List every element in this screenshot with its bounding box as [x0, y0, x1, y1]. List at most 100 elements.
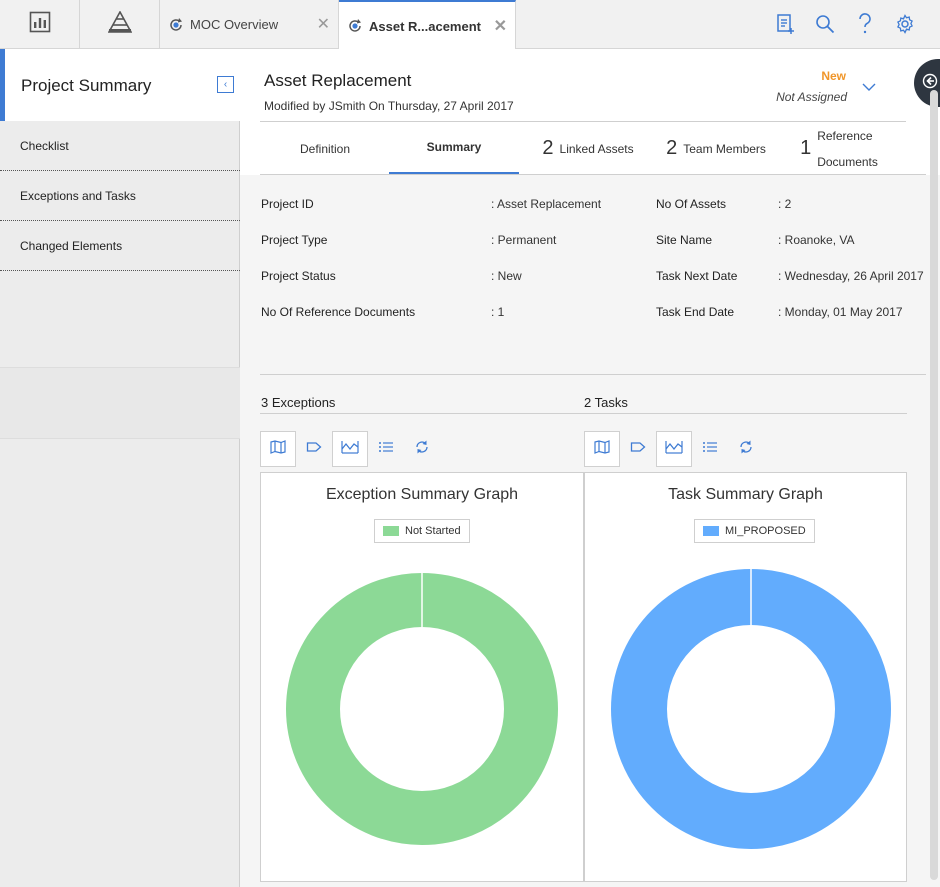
- detail-label: Project Status: [261, 269, 336, 283]
- tab-label: Definition: [299, 141, 351, 156]
- chevron-down-icon[interactable]: [862, 79, 876, 97]
- tab-label: Summary: [426, 140, 482, 154]
- pyramid-icon: [107, 10, 132, 38]
- left-panel-item-label: Changed Elements: [20, 238, 123, 253]
- list-view-button[interactable]: [692, 431, 728, 467]
- help-icon[interactable]: [853, 12, 877, 36]
- detail-value: : Asset Replacement: [491, 197, 602, 211]
- tasks-section-line: [584, 413, 907, 414]
- list-icon: [378, 440, 394, 458]
- map-icon: [270, 439, 286, 459]
- left-panel-item-label: Exceptions and Tasks: [20, 188, 136, 203]
- tab-count: 1: [800, 137, 812, 159]
- detail-label: No Of Reference Documents: [261, 305, 416, 319]
- gear-icon[interactable]: [893, 12, 917, 36]
- details-divider: [260, 374, 926, 375]
- collapse-panel-button[interactable]: ‹: [217, 76, 234, 93]
- top-bar: MOC Overview ✕ Asset R...acement ✕: [0, 0, 940, 50]
- chevron-left-icon: ‹: [223, 79, 228, 90]
- tab-label-line1: Reference: [817, 128, 873, 143]
- map-view-button[interactable]: [260, 431, 296, 467]
- left-panel-item-exceptions-tasks[interactable]: Exceptions and Tasks: [0, 171, 240, 221]
- modified-info: Modified by JSmith On Thursday, 27 April…: [264, 99, 514, 113]
- app-root: MOC Overview ✕ Asset R...acement ✕ Proje…: [0, 0, 940, 887]
- tab-count: 2: [542, 137, 554, 159]
- tab-label: MOC Overview: [190, 17, 279, 32]
- tab-reference-documents[interactable]: 1 Reference Documents: [784, 122, 894, 175]
- donut-svg: [611, 569, 891, 849]
- dashboard-button[interactable]: [0, 0, 80, 49]
- tag-icon: [630, 440, 646, 458]
- detail-label: No Of Assets: [656, 197, 727, 211]
- tab-label: Reference Documents: [817, 123, 878, 175]
- left-panel: Project Summary ‹ Checklist Exceptions a…: [0, 49, 240, 887]
- detail-label: Project ID: [261, 197, 314, 211]
- left-panel-item-changed-elements[interactable]: Changed Elements: [0, 221, 240, 271]
- record-header: Asset Replacement Modified by JSmith On …: [240, 49, 940, 175]
- detail-value: : Wednesday, 26 April 2017: [778, 269, 924, 283]
- hierarchy-button[interactable]: [80, 0, 160, 49]
- list-icon: [702, 440, 718, 458]
- detail-value: : New: [491, 269, 522, 283]
- left-panel-header: Project Summary ‹: [0, 49, 240, 121]
- chart-line-icon: [665, 440, 683, 459]
- search-icon[interactable]: [813, 12, 837, 36]
- exceptions-section-line: [260, 413, 584, 414]
- chart-view-button[interactable]: [656, 431, 692, 467]
- tab-linked-assets[interactable]: 2 Linked Assets: [528, 122, 648, 175]
- tab-label-line2: Documents: [817, 154, 878, 169]
- left-panel-title: Project Summary: [21, 76, 152, 95]
- detail-label: Site Name: [656, 233, 713, 247]
- detail-value: : 2: [778, 197, 792, 211]
- tab-label: Linked Assets: [559, 141, 634, 156]
- tab-asset-replacement[interactable]: Asset R...acement ✕: [339, 0, 516, 50]
- tab-definition[interactable]: Definition: [260, 122, 390, 175]
- tasks-section-title: 2 Tasks: [584, 395, 628, 410]
- chart-line-icon: [341, 440, 359, 459]
- tasks-toolbar: [584, 431, 764, 467]
- refresh-button[interactable]: [728, 431, 764, 467]
- detail-value: : Roanoke, VA: [778, 233, 855, 247]
- tag-button[interactable]: [620, 431, 656, 467]
- left-panel-item-checklist[interactable]: Checklist: [0, 121, 240, 171]
- task-summary-chart: Task Summary Graph MI_PROPOSED: [584, 472, 907, 882]
- assigned-label: Not Assigned: [776, 90, 847, 104]
- exceptions-section-title: 3 Exceptions: [261, 395, 336, 410]
- chart-view-button[interactable]: [332, 431, 368, 467]
- close-icon[interactable]: ✕: [494, 16, 507, 36]
- detail-value: : Permanent: [491, 233, 557, 247]
- tabs-divider: [260, 174, 926, 175]
- refresh-icon: [738, 439, 754, 460]
- list-view-button[interactable]: [368, 431, 404, 467]
- detail-value: : Monday, 01 May 2017: [778, 305, 903, 319]
- state-label[interactable]: New: [821, 69, 846, 83]
- tag-button[interactable]: [296, 431, 332, 467]
- map-view-button[interactable]: [584, 431, 620, 467]
- refresh-button[interactable]: [404, 431, 440, 467]
- tab-summary[interactable]: Summary: [389, 122, 519, 175]
- donut-svg: [286, 573, 558, 845]
- detail-value: : 1: [491, 305, 505, 319]
- donut-slice-0[interactable]: [286, 573, 558, 845]
- moc-refresh-icon: [347, 18, 363, 34]
- tab-label: Asset R...acement: [369, 18, 481, 34]
- donut-slice-0[interactable]: [611, 569, 891, 849]
- tab-label: Team Members: [683, 141, 766, 156]
- close-icon[interactable]: ✕: [317, 14, 330, 34]
- left-panel-item-label: Checklist: [20, 138, 69, 153]
- tag-icon: [306, 440, 322, 458]
- moc-refresh-icon: [168, 17, 184, 33]
- scrollbar[interactable]: [930, 90, 938, 880]
- tab-team-members[interactable]: 2 Team Members: [656, 122, 776, 175]
- refresh-icon: [414, 439, 430, 460]
- detail-label: Project Type: [261, 233, 328, 247]
- exceptions-toolbar: [260, 431, 440, 467]
- map-icon: [594, 439, 610, 459]
- detail-label: Task End Date: [656, 305, 735, 319]
- main-content: Asset Replacement Modified by JSmith On …: [240, 49, 940, 887]
- new-report-icon[interactable]: [773, 12, 797, 36]
- exception-summary-chart: Exception Summary Graph Not Started: [260, 472, 584, 882]
- left-panel-empty-block: [0, 367, 240, 439]
- tab-moc-overview[interactable]: MOC Overview ✕: [160, 0, 339, 49]
- page-title: Asset Replacement: [264, 71, 412, 90]
